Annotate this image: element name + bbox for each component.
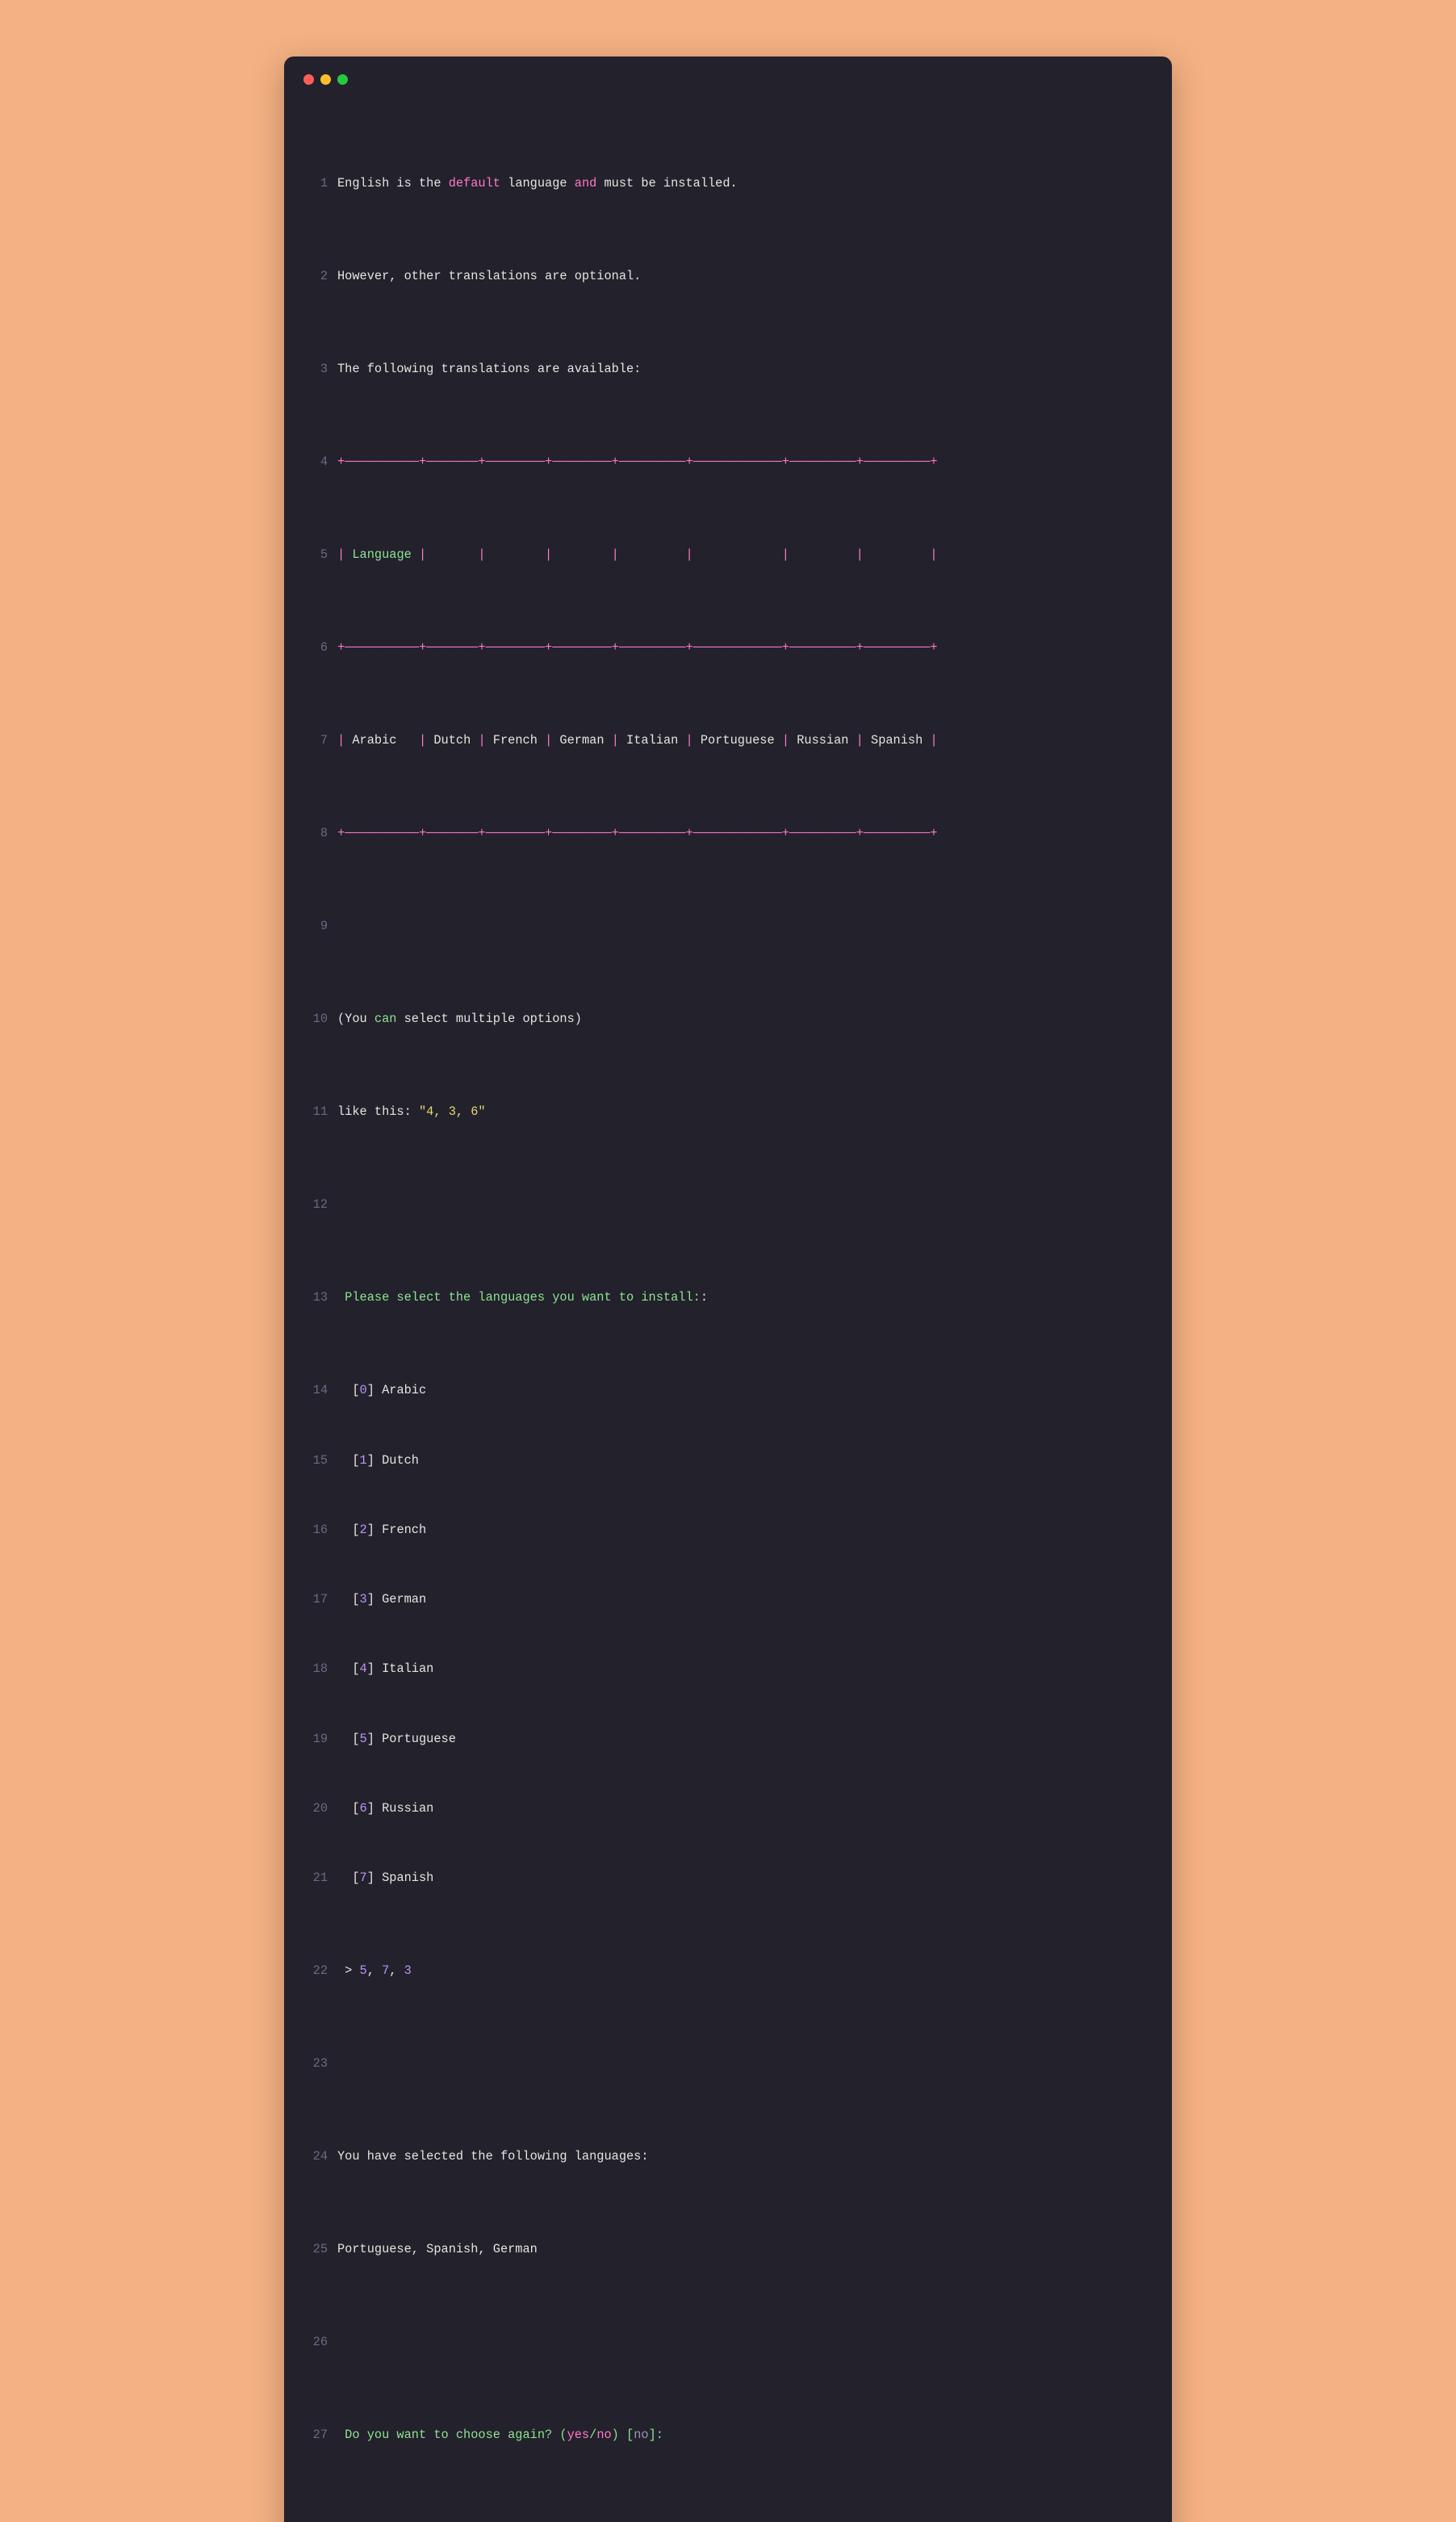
- line-number: 19: [303, 1728, 328, 1751]
- code-line: 3 The following translations are availab…: [303, 358, 1153, 381]
- line-number: 26: [303, 2331, 328, 2354]
- line-number: 12: [303, 1193, 328, 1217]
- code-line: 15 [1] Dutch: [303, 1449, 1153, 1473]
- line-number: 14: [303, 1379, 328, 1402]
- line-content: English is the default language and must…: [337, 172, 1153, 195]
- line-number: 5: [303, 543, 328, 567]
- close-icon[interactable]: [303, 74, 314, 85]
- option-item: [6] Russian: [337, 1797, 1153, 1820]
- prompt-text: Please select the languages you want to …: [337, 1286, 1153, 1309]
- line-number: 25: [303, 2238, 328, 2261]
- minimize-icon[interactable]: [320, 74, 331, 85]
- line-number: 17: [303, 1588, 328, 1611]
- code-line: 8 +──────────+───────+────────+────────+…: [303, 822, 1153, 845]
- line-content: (You can select multiple options): [337, 1008, 1153, 1031]
- line-number: 22: [303, 1959, 328, 1983]
- prompt-text: Do you want to choose again? (yes/no) [n…: [337, 2424, 1153, 2447]
- code-line: 6 +──────────+───────+────────+────────+…: [303, 636, 1153, 660]
- line-content: like this: "4, 3, 6": [337, 1100, 1153, 1124]
- code-line: 17 [3] German: [303, 1588, 1153, 1611]
- option-item: [5] Portuguese: [337, 1728, 1153, 1751]
- table-data-row: | Arabic | Dutch | French | German | Ita…: [337, 729, 1153, 752]
- line-content: However, other translations are optional…: [337, 265, 1153, 288]
- table-header-row: | Language | | | | | | | |: [337, 543, 1153, 567]
- option-item: [1] Dutch: [337, 1449, 1153, 1473]
- option-item: [7] Spanish: [337, 1866, 1153, 1890]
- line-content: The following translations are available…: [337, 358, 1153, 381]
- code-line: 26: [303, 2331, 1153, 2354]
- table-border: +──────────+───────+────────+────────+──…: [337, 636, 1153, 660]
- code-line: 12: [303, 1193, 1153, 1217]
- line-number: 20: [303, 1797, 328, 1820]
- line-number: 4: [303, 450, 328, 474]
- line-number: 8: [303, 822, 328, 845]
- code-line: 14 [0] Arabic: [303, 1379, 1153, 1402]
- line-number: 15: [303, 1449, 328, 1473]
- line-number: 3: [303, 358, 328, 381]
- code-line: 4 +──────────+───────+────────+────────+…: [303, 450, 1153, 474]
- table-border: +──────────+───────+────────+────────+──…: [337, 450, 1153, 474]
- line-number: 21: [303, 1866, 328, 1890]
- line-number: 7: [303, 729, 328, 752]
- code-line: 21 [7] Spanish: [303, 1866, 1153, 1890]
- line-content: You have selected the following language…: [337, 2145, 1153, 2168]
- line-number: 27: [303, 2424, 328, 2447]
- line-number: 28: [303, 2516, 328, 2522]
- code-line: 11 like this: "4, 3, 6": [303, 1100, 1153, 1124]
- code-line: 2 However, other translations are option…: [303, 265, 1153, 288]
- line-number: 1: [303, 172, 328, 195]
- line-number: 24: [303, 2145, 328, 2168]
- code-line: 23: [303, 2052, 1153, 2076]
- line-number: 11: [303, 1100, 328, 1124]
- option-item: [4] Italian: [337, 1657, 1153, 1681]
- code-line: 27 Do you want to choose again? (yes/no)…: [303, 2424, 1153, 2447]
- option-item: [0] Arabic: [337, 1379, 1153, 1402]
- window-controls: [303, 74, 1153, 85]
- code-line: 22 > 5, 7, 3: [303, 1959, 1153, 1983]
- zoom-icon[interactable]: [337, 74, 348, 85]
- code-line: 10 (You can select multiple options): [303, 1008, 1153, 1031]
- code-block: 1 English is the default language and mu…: [303, 103, 1153, 2522]
- line-number: 9: [303, 915, 328, 938]
- line-number: 13: [303, 1286, 328, 1309]
- code-line: 18 [4] Italian: [303, 1657, 1153, 1681]
- code-line: 7 | Arabic | Dutch | French | German | I…: [303, 729, 1153, 752]
- code-line: 16 [2] French: [303, 1519, 1153, 1542]
- code-line: 25 Portuguese, Spanish, German: [303, 2238, 1153, 2261]
- line-number: 2: [303, 265, 328, 288]
- line-number: 23: [303, 2052, 328, 2076]
- code-line: 9: [303, 915, 1153, 938]
- selected-languages: Portuguese, Spanish, German: [337, 2238, 1153, 2261]
- code-line: 13 Please select the languages you want …: [303, 1286, 1153, 1309]
- line-number: 18: [303, 1657, 328, 1681]
- line-number: 10: [303, 1008, 328, 1031]
- code-line: 19 [5] Portuguese: [303, 1728, 1153, 1751]
- code-line: 1 English is the default language and mu…: [303, 172, 1153, 195]
- terminal-window: 1 English is the default language and mu…: [284, 57, 1172, 2522]
- option-item: [2] French: [337, 1519, 1153, 1542]
- line-number: 6: [303, 636, 328, 660]
- code-line: 5 | Language | | | | | | | |: [303, 543, 1153, 567]
- user-input[interactable]: > 5, 7, 3: [337, 1959, 1153, 1983]
- line-number: 16: [303, 1519, 328, 1542]
- user-input[interactable]: >no: [337, 2516, 1153, 2522]
- code-line: 28 >no: [303, 2516, 1153, 2522]
- option-item: [3] German: [337, 1588, 1153, 1611]
- code-line: 24 You have selected the following langu…: [303, 2145, 1153, 2168]
- table-border: +──────────+───────+────────+────────+──…: [337, 822, 1153, 845]
- code-line: 20 [6] Russian: [303, 1797, 1153, 1820]
